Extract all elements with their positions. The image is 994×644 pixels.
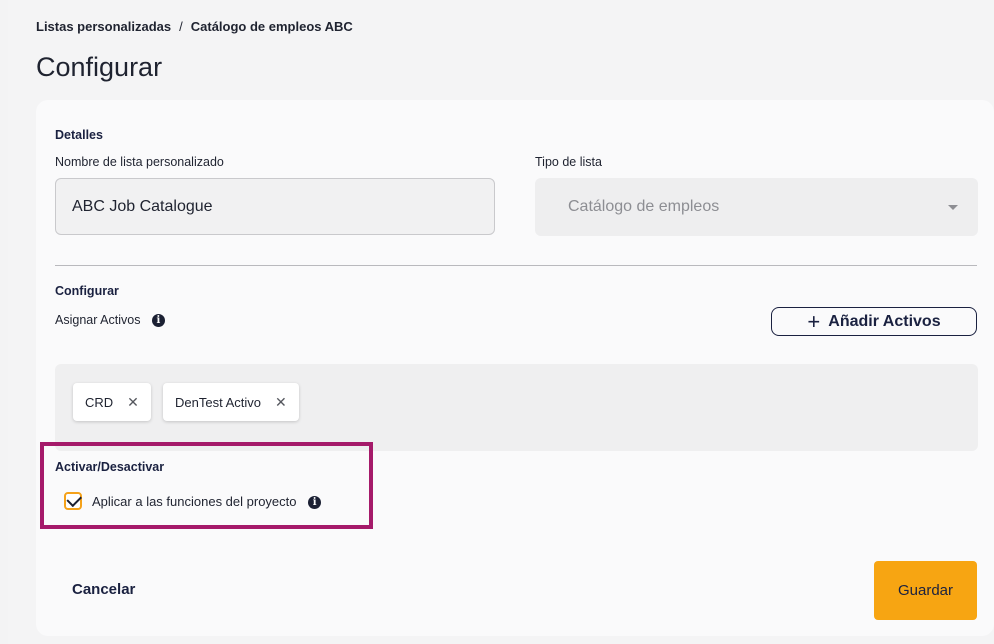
asset-chip: CRD ✕ (73, 383, 151, 421)
info-icon[interactable]: i (151, 314, 165, 328)
highlight-box (40, 442, 373, 529)
save-button[interactable]: Guardar (874, 561, 977, 620)
apply-to-project-text: Aplicar a las funciones del proyecto (92, 494, 297, 509)
list-type-value: Catálogo de empleos (568, 198, 720, 215)
asset-chip-label: CRD (85, 394, 114, 410)
asset-chip-label: DenTest Activo (175, 394, 261, 410)
close-icon[interactable]: ✕ (275, 394, 287, 411)
add-assets-label: Añadir Activos (828, 312, 941, 330)
breadcrumb: Listas personalizadas / Catálogo de empleo… (36, 19, 353, 34)
list-type-label: Tipo de lista (535, 155, 602, 169)
assign-assets-text: Asignar Activos (55, 313, 141, 327)
caret-down-icon (948, 205, 958, 210)
assets-chip-area: CRD ✕ DenTest Activo ✕ (55, 364, 978, 451)
list-type-select[interactable]: Catálogo de empleos (535, 178, 978, 236)
apply-to-project-checkbox[interactable] (64, 491, 82, 510)
cancel-button[interactable]: Cancelar (72, 581, 135, 598)
check-icon (65, 491, 82, 507)
close-icon[interactable]: ✕ (127, 394, 139, 411)
breadcrumb-current: Catálogo de empleos ABC (190, 19, 353, 34)
toggle-section-title: Activar/Desactivar (55, 460, 165, 474)
asset-chip: DenTest Activo ✕ (163, 383, 299, 421)
info-icon[interactable]: i (308, 496, 322, 510)
section-divider (55, 265, 977, 266)
configure-section-title: Configurar (55, 284, 119, 298)
details-section-title: Detalles (55, 128, 103, 142)
list-name-input[interactable] (55, 178, 495, 235)
breadcrumb-separator: / (179, 19, 183, 34)
breadcrumb-parent-link[interactable]: Listas personalizadas (36, 19, 171, 34)
page-title: Configurar (36, 52, 163, 82)
plus-icon: + (807, 308, 821, 334)
add-assets-button[interactable]: + Añadir Activos (771, 307, 977, 336)
apply-to-project-label: Aplicar a las funciones del proyecto i (92, 494, 322, 510)
assign-assets-label: Asignar Activos i (55, 313, 165, 328)
list-name-label: Nombre de lista personalizado (55, 155, 224, 169)
